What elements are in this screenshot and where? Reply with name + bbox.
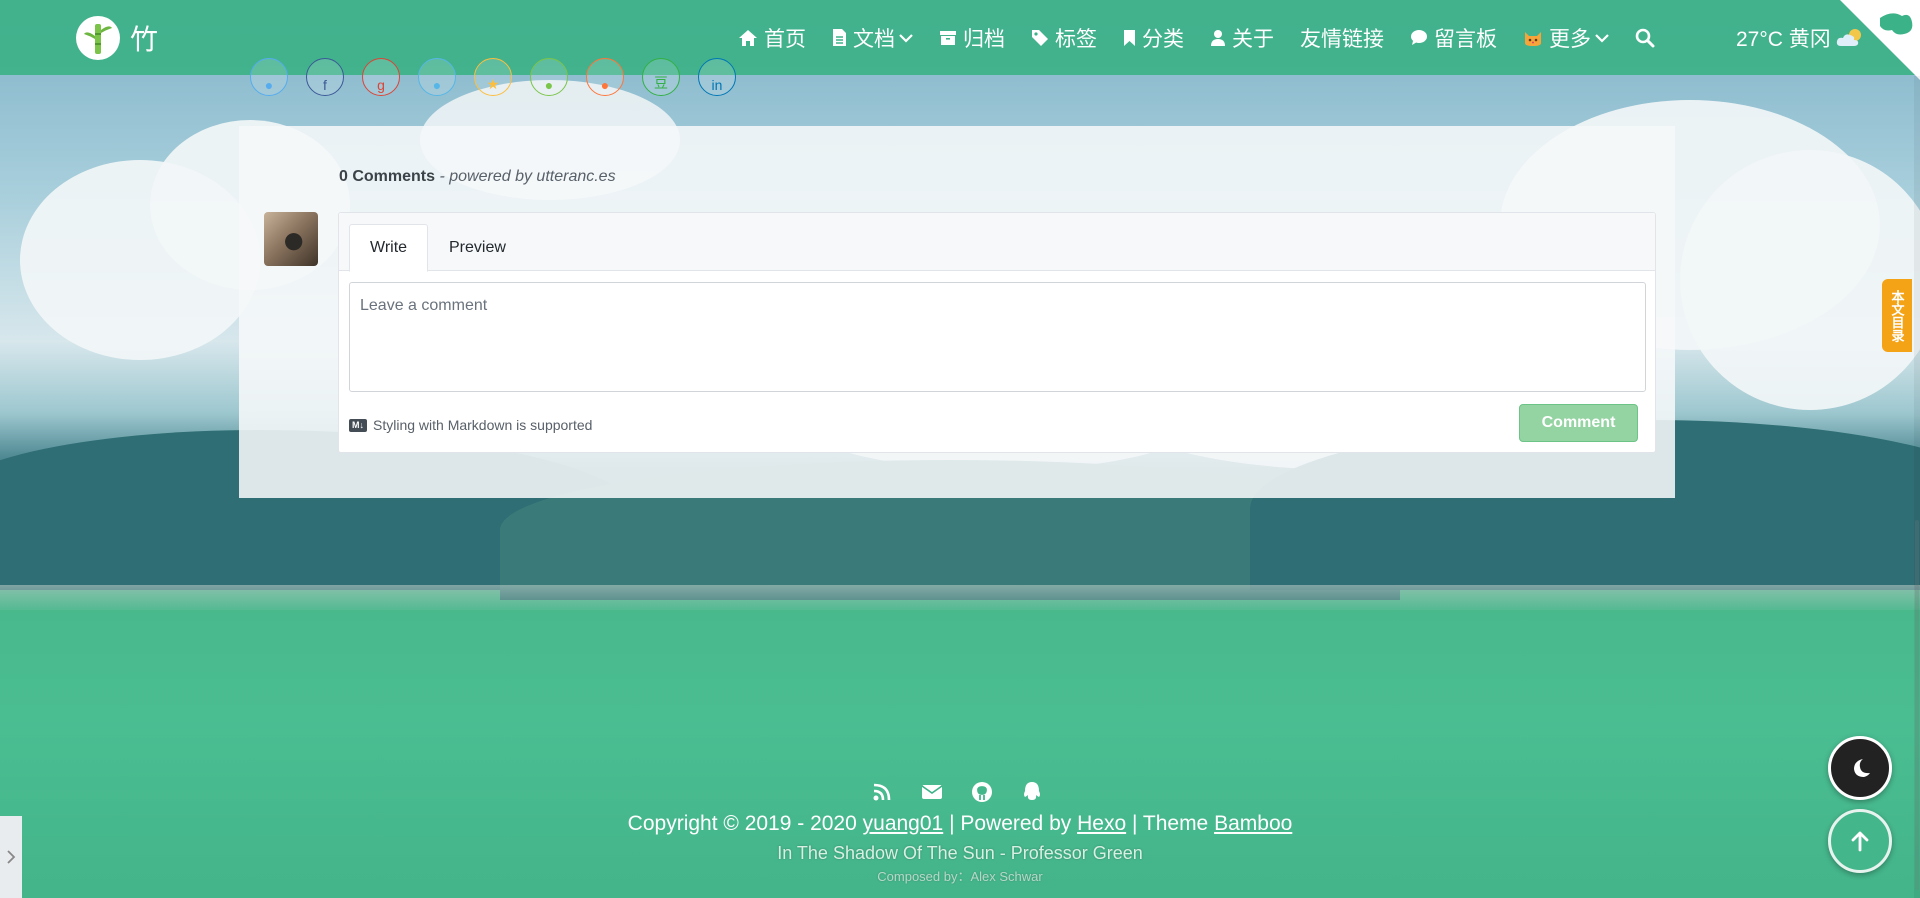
search-icon	[1635, 28, 1655, 47]
nav-item-friend-links[interactable]: 友情链接	[1300, 23, 1384, 53]
nav-item-label: 归档	[963, 27, 1005, 51]
now-playing-song: In The Shadow Of The Sun - Professor Gre…	[777, 843, 1143, 863]
powered-text: | Powered by	[949, 812, 1072, 835]
qq-icon[interactable]: ●	[418, 58, 456, 96]
nav-item-label: 友情链接	[1300, 27, 1384, 51]
github-icon[interactable]	[970, 780, 994, 804]
brand[interactable]: 竹	[76, 15, 158, 61]
nav-item-docs[interactable]: 文档	[832, 23, 913, 53]
main-nav: 首页 文档 归档 标签 分类 关于 友情链接 留言板 更多	[738, 0, 1687, 75]
bookmark-icon	[1124, 29, 1135, 46]
document-icon	[833, 29, 846, 46]
now-playing-composer: Composed by：Alex Schwar	[877, 869, 1043, 884]
moon-icon	[1854, 759, 1870, 777]
linkedin-icon[interactable]: in	[698, 58, 736, 96]
markdown-note: M↓ Styling with Markdown is supported	[349, 417, 592, 433]
nav-item-label: 文档	[853, 27, 895, 51]
chevron-down-icon	[899, 33, 913, 43]
footer-icons	[870, 780, 1070, 804]
search-button[interactable]	[1635, 28, 1661, 48]
comment-editor: Write Preview Leave a comment M↓ Styling…	[338, 212, 1656, 453]
markdown-icon: M↓	[349, 418, 367, 432]
dark-mode-button[interactable]	[1828, 736, 1892, 800]
copyright-text: Copyright © 2019 - 2020	[627, 812, 857, 835]
nav-item-label: 关于	[1232, 27, 1274, 51]
nav-item-label: 留言板	[1434, 27, 1497, 51]
qq-icon[interactable]	[1020, 780, 1044, 804]
comments-powered-by: - powered by utteranc.es	[439, 168, 616, 185]
toc-toggle-tab[interactable]: 本文目录	[1882, 279, 1912, 352]
scrollbar-thumb[interactable]	[1915, 520, 1919, 890]
google-plus-icon[interactable]: g	[362, 58, 400, 96]
comment-submit-button[interactable]: Comment	[1519, 404, 1638, 442]
chevron-right-icon	[7, 850, 16, 864]
tab-preview[interactable]: Preview	[429, 224, 526, 272]
nav-item-label: 首页	[764, 27, 806, 51]
douban-icon[interactable]: 豆	[642, 58, 680, 96]
nav-item-tags[interactable]: 标签	[1031, 23, 1097, 53]
nav-item-about[interactable]: 关于	[1210, 23, 1274, 53]
cat-icon	[1525, 31, 1541, 46]
nav-item-categories[interactable]: 分类	[1123, 23, 1184, 53]
social-share-row: ● f g ● ★ ● ● 豆 in	[250, 58, 754, 96]
weather-text: 27°C 黄冈	[1736, 27, 1831, 51]
author-link[interactable]: yuang01	[863, 812, 944, 835]
comments-panel: 0 Comments - powered by utteranc.es Writ…	[239, 126, 1675, 498]
editor-tab-bar: Write Preview	[339, 213, 1655, 272]
home-icon	[739, 29, 757, 46]
user-icon	[1211, 29, 1225, 46]
nav-item-archive[interactable]: 归档	[939, 23, 1005, 53]
weibo-icon[interactable]: ●	[586, 58, 624, 96]
chevron-down-icon	[1595, 33, 1609, 43]
comments-count: 0 Comments	[339, 168, 436, 185]
qzone-icon[interactable]: ★	[474, 58, 512, 96]
github-corner-icon[interactable]	[1840, 0, 1920, 80]
nav-item-guestbook[interactable]: 留言板	[1410, 23, 1497, 53]
arrow-up-icon	[1851, 831, 1869, 852]
facebook-icon[interactable]: f	[306, 58, 344, 96]
tab-write[interactable]: Write	[349, 224, 429, 272]
nav-item-more[interactable]: 更多	[1523, 23, 1609, 53]
comment-icon	[1411, 30, 1427, 45]
brand-name: 竹	[130, 23, 159, 56]
nav-item-label: 更多	[1549, 27, 1591, 51]
sidebar-toggle[interactable]	[0, 816, 22, 898]
markdown-note-text: Styling with Markdown is supported	[373, 417, 593, 433]
nav-item-home[interactable]: 首页	[738, 23, 806, 53]
copyright-line: Copyright © 2019 - 2020 yuang01 | Powere…	[0, 812, 1920, 836]
twitter-icon[interactable]: ●	[250, 58, 288, 96]
bamboo-logo-icon	[76, 16, 120, 60]
rss-icon[interactable]	[870, 780, 894, 804]
back-to-top-button[interactable]	[1828, 809, 1892, 873]
wechat-icon[interactable]: ●	[530, 58, 568, 96]
hexo-link[interactable]: Hexo	[1077, 812, 1126, 835]
theme-link[interactable]: Bamboo	[1214, 812, 1292, 835]
nav-item-label: 标签	[1055, 27, 1097, 51]
theme-text: | Theme	[1131, 812, 1209, 835]
comment-input[interactable]: Leave a comment	[349, 282, 1646, 392]
nav-item-label: 分类	[1142, 27, 1184, 51]
email-icon[interactable]	[920, 780, 944, 804]
comments-header: 0 Comments - powered by utteranc.es	[339, 168, 616, 186]
archive-icon	[940, 30, 956, 45]
avatar[interactable]	[264, 212, 318, 266]
tag-icon	[1032, 29, 1048, 46]
